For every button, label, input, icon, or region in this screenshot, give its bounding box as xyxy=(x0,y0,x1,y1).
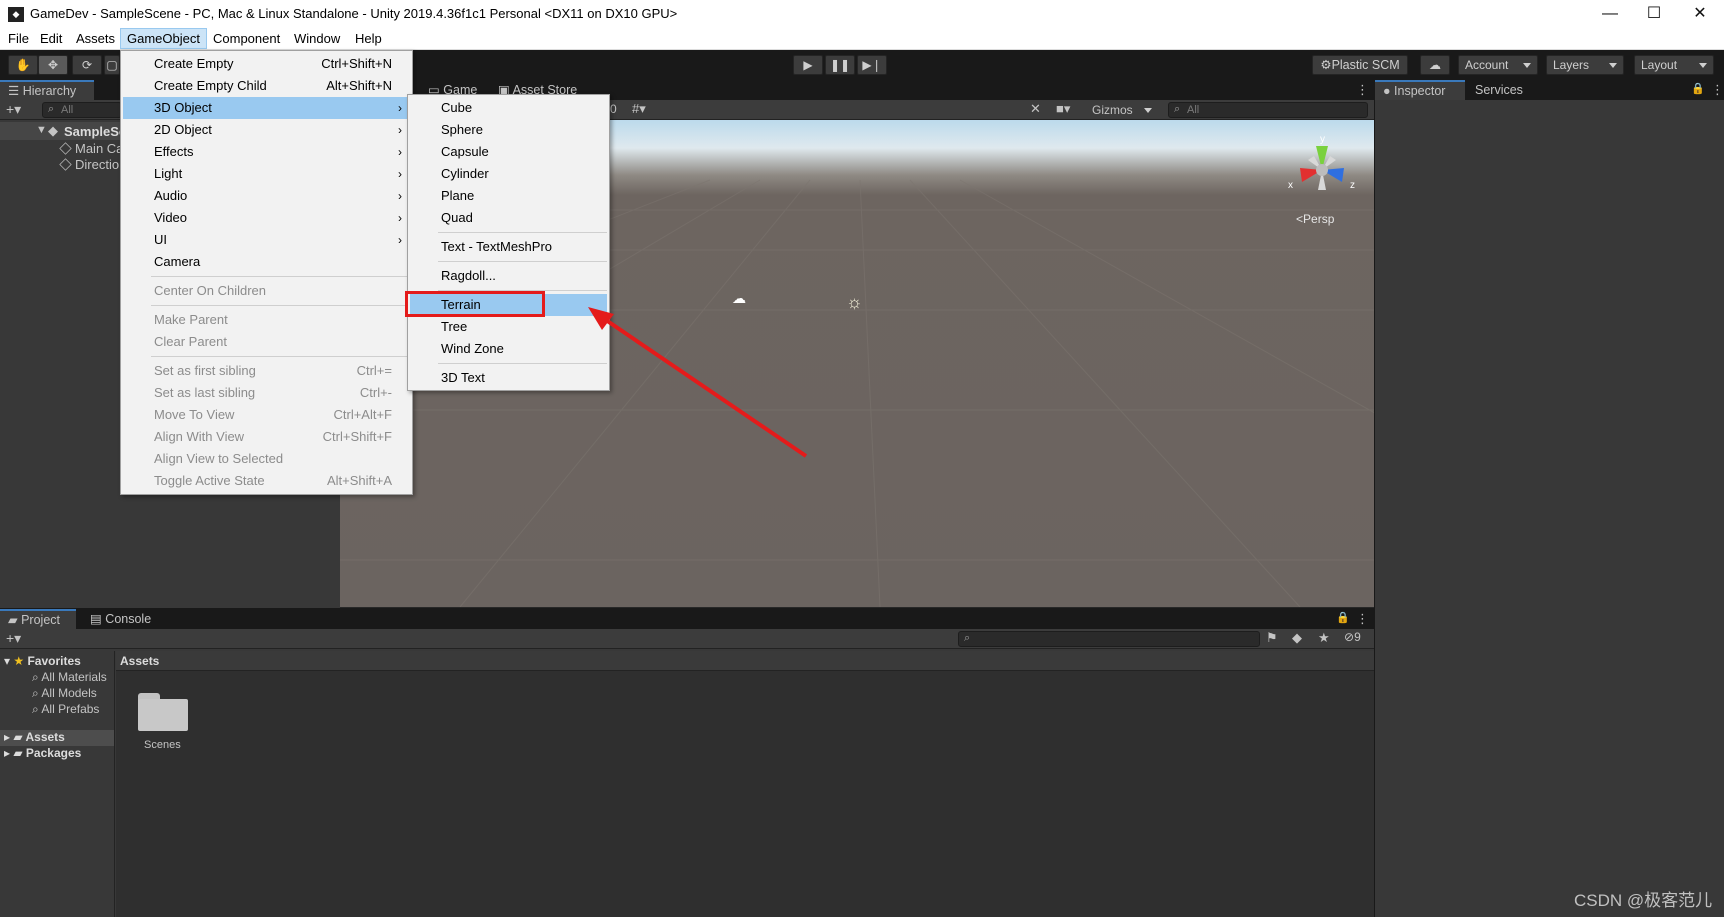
annotation-arrow xyxy=(588,307,808,458)
watermark: CSDN @极客范儿 xyxy=(1574,891,1713,910)
